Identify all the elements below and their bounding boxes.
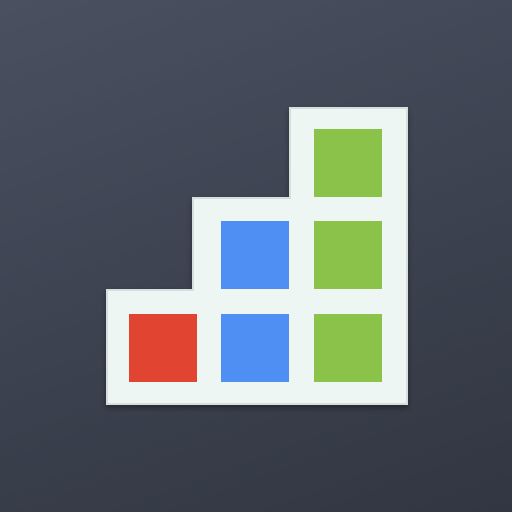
column-2-block-2 bbox=[221, 221, 289, 289]
column-3-block-3 bbox=[314, 129, 382, 197]
column-1-block-1 bbox=[129, 314, 197, 382]
column-3-block-1 bbox=[314, 314, 382, 382]
column-2-block-1 bbox=[221, 314, 289, 382]
column-3-block-2 bbox=[314, 221, 382, 289]
blocks-group bbox=[129, 129, 382, 382]
app-icon-background bbox=[0, 0, 512, 512]
bar-chart-blocks-icon bbox=[106, 107, 408, 405]
